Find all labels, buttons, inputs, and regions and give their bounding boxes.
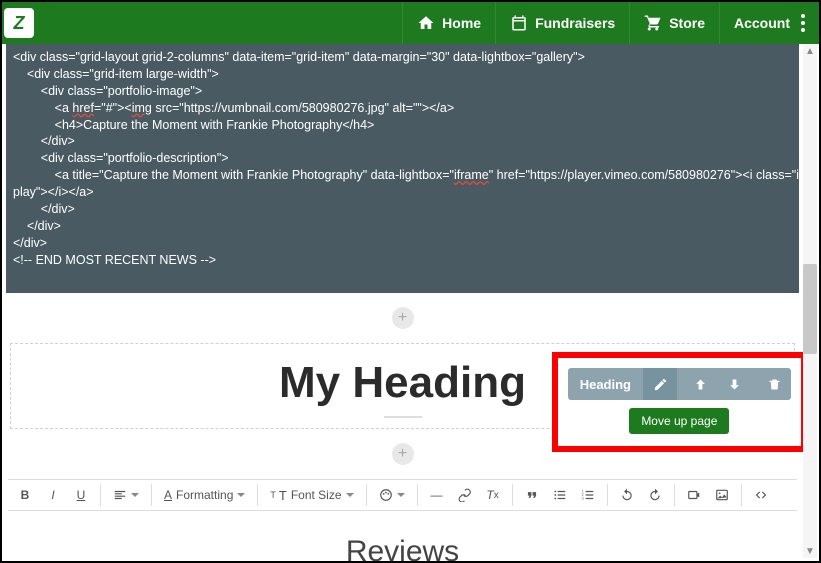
redo-icon [648, 488, 662, 502]
formatting-dropdown[interactable]: A Formatting [158, 488, 251, 502]
nav-account-label: Account [734, 15, 790, 31]
hr-button[interactable]: — [424, 482, 450, 508]
heading-underline [384, 416, 422, 418]
code-line: </div> [13, 235, 792, 252]
fontsize-label: Font Size [291, 488, 342, 502]
nav-fundraisers-label: Fundraisers [535, 15, 615, 31]
codeview-button[interactable] [748, 482, 774, 508]
svg-text:3: 3 [581, 497, 583, 501]
nav-store[interactable]: Store [629, 2, 719, 44]
float-toolbar-label: Heading [568, 377, 643, 392]
home-icon [417, 14, 435, 32]
code-line: </div> [13, 201, 792, 218]
ol-button[interactable]: 123 [575, 482, 601, 508]
quote-icon [525, 488, 539, 502]
code-line: <a href="#"><img src="https://vumbnail.c… [13, 100, 792, 117]
ul-button[interactable] [547, 482, 573, 508]
link-button[interactable] [452, 482, 478, 508]
code-line: </div> [13, 218, 792, 235]
redo-button[interactable] [642, 482, 668, 508]
pencil-icon [653, 377, 668, 392]
palette-icon [379, 488, 393, 502]
clear-format-button[interactable]: Tx [480, 482, 506, 508]
heading-floating-toolbar-highlight: Heading Move up page [552, 352, 807, 452]
code-line: <div class="portfolio-image"> [13, 83, 792, 100]
code-line: play"></i></a> [13, 184, 792, 201]
code-line: <h4>Capture the Moment with Frankie Phot… [13, 117, 792, 134]
image-icon [715, 488, 729, 502]
undo-icon [620, 488, 634, 502]
reviews-heading: Reviews [2, 535, 803, 561]
list-ul-icon [553, 488, 567, 502]
bold-button[interactable]: B [12, 482, 38, 508]
code-line: </div> [13, 133, 792, 150]
nav-store-label: Store [669, 15, 705, 31]
edit-button[interactable] [643, 368, 677, 400]
nav-home-label: Home [442, 15, 481, 31]
undo-button[interactable] [614, 482, 640, 508]
scroll-down-arrow[interactable]: ▼ [803, 544, 817, 558]
code-line: <div class="portfolio-description"> [13, 150, 792, 167]
nav-home[interactable]: Home [402, 2, 495, 44]
delete-button[interactable] [757, 368, 791, 400]
code-line: <!-- END MOST RECENT NEWS --> [13, 252, 792, 269]
image-button[interactable] [709, 482, 735, 508]
scroll-up-arrow[interactable]: ▲ [803, 44, 817, 58]
move-down-button[interactable] [717, 368, 751, 400]
code-line: <div class="grid-item large-width"> [13, 66, 792, 83]
more-icon [801, 14, 805, 32]
link-icon [458, 488, 472, 502]
code-line: <div class="grid-layout grid-2-columns" … [13, 49, 792, 66]
quote-button[interactable] [519, 482, 545, 508]
list-ol-icon: 123 [581, 488, 595, 502]
trash-icon [767, 377, 782, 392]
nav-account[interactable]: Account [719, 2, 819, 44]
italic-button[interactable]: I [40, 482, 66, 508]
scrollbar-thumb[interactable] [803, 264, 817, 354]
vertical-scrollbar[interactable]: ▲ ▼ [803, 44, 817, 558]
site-logo[interactable]: Z [4, 8, 34, 38]
move-up-button[interactable] [683, 368, 717, 400]
align-dropdown[interactable] [107, 488, 145, 502]
formatting-label: Formatting [176, 488, 233, 502]
video-icon [687, 488, 701, 502]
arrow-down-icon [727, 377, 742, 392]
add-section-button[interactable]: + [392, 443, 414, 465]
color-dropdown[interactable] [373, 488, 411, 502]
add-section-button[interactable]: + [392, 307, 414, 329]
underline-button[interactable]: U [68, 482, 94, 508]
editor-toolbar: B I U A Formatting TT Font Size [8, 479, 797, 511]
cart-icon [644, 14, 662, 32]
calendar-icon [510, 14, 528, 32]
arrow-up-icon [693, 377, 708, 392]
align-left-icon [113, 488, 127, 502]
fontsize-dropdown[interactable]: TT Font Size [264, 488, 359, 503]
html-code-block[interactable]: <div class="grid-layout grid-2-columns" … [6, 44, 799, 293]
move-up-page-tooltip[interactable]: Move up page [629, 408, 729, 434]
code-icon [754, 488, 768, 502]
heading-floating-toolbar: Heading [568, 368, 791, 400]
code-line: <a title="Capture the Moment with Franki… [13, 167, 792, 184]
video-button[interactable] [681, 482, 707, 508]
nav-fundraisers[interactable]: Fundraisers [495, 2, 629, 44]
